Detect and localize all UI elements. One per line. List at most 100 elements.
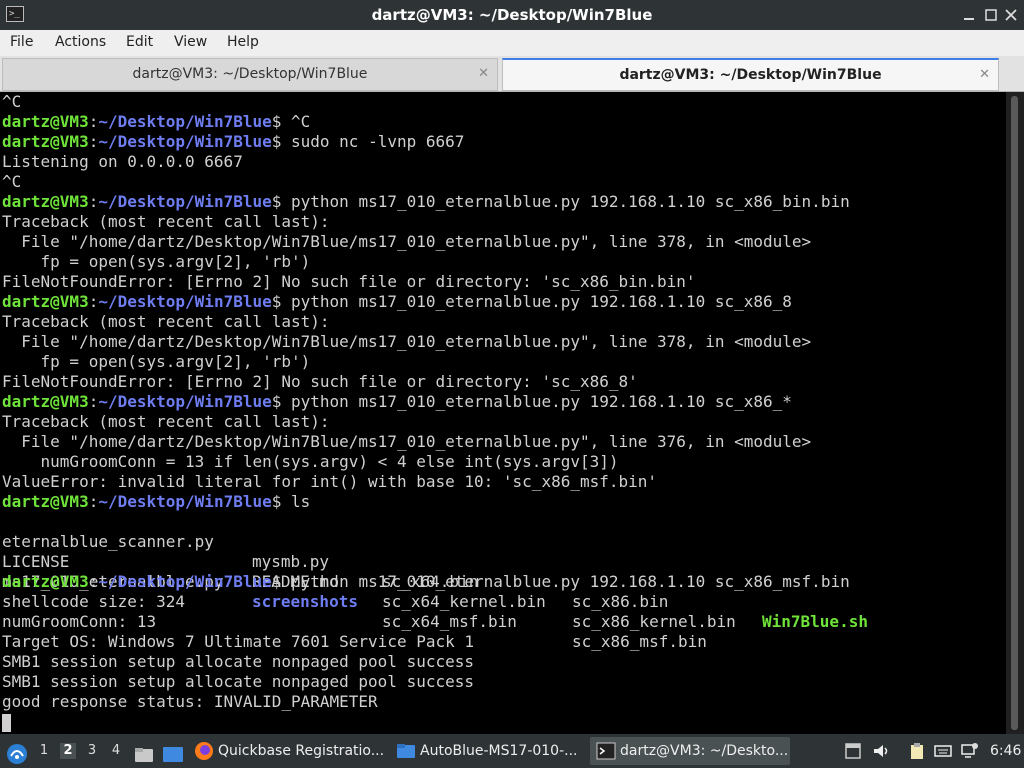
menu-help[interactable]: Help xyxy=(227,34,259,50)
window-titlebar[interactable]: >_ dartz@VM3: ~/Desktop/Win7Blue xyxy=(0,0,1024,30)
menu-actions[interactable]: Actions xyxy=(55,34,106,50)
terminal-line: fp = open(sys.argv[2], 'rb') xyxy=(2,352,311,371)
menu-edit[interactable]: Edit xyxy=(126,34,153,50)
prompt-symbol: $ xyxy=(271,192,282,211)
network-button[interactable] xyxy=(960,742,978,760)
terminal-prompt-line: dartz@VM3:~/Desktop/Win7Blue$ ^C xyxy=(2,112,310,132)
terminal-scrollbar[interactable] xyxy=(1006,92,1024,734)
clock[interactable]: 6:46 xyxy=(990,734,1021,768)
prompt-user: dartz@VM3 xyxy=(2,572,89,591)
terminal-line: fp = open(sys.argv[2], 'rb') xyxy=(2,252,311,271)
terminal-prompt-line: dartz@VM3:~/Desktop/Win7Blue$ sudo nc -l… xyxy=(2,132,464,152)
terminal-icon xyxy=(596,742,616,760)
prompt-user: dartz@VM3 xyxy=(2,132,89,151)
prompt-symbol: $ xyxy=(271,292,282,311)
command-text: ^C xyxy=(281,112,311,131)
terminal-line: File "/home/dartz/Desktop/Win7Blue/ms17_… xyxy=(2,332,812,351)
prompt-separator: : xyxy=(88,292,99,311)
scrollbar-thumb[interactable] xyxy=(1011,96,1018,730)
keyboard-button[interactable] xyxy=(934,742,952,760)
terminal-line: SMB1 session setup allocate nonpaged poo… xyxy=(2,672,475,691)
minimize-icon xyxy=(964,18,974,20)
ls-entry-directory: screenshots xyxy=(252,592,358,611)
tab-label: dartz@VM3: ~/Desktop/Win7Blue xyxy=(619,67,882,83)
terminal-line: numGroomConn = 13 if len(sys.argv) < 4 e… xyxy=(2,452,619,471)
tab-terminal-2[interactable]: dartz@VM3: ~/Desktop/Win7Blue ✕ xyxy=(502,58,999,91)
close-button[interactable] xyxy=(1002,6,1020,24)
tab-close-icon[interactable]: ✕ xyxy=(478,59,489,89)
window-title: dartz@VM3: ~/Desktop/Win7Blue xyxy=(371,6,653,24)
volume-icon xyxy=(874,745,888,757)
ls-entry: sc_x86_msf.bin xyxy=(572,632,707,651)
terminal-prompt-line: dartz@VM3:~/Desktop/Win7Blue$ python ms1… xyxy=(2,392,792,412)
command-text: python ms17_010_eternalblue.py 192.168.1… xyxy=(281,392,792,411)
tab-close-icon[interactable]: ✕ xyxy=(979,60,990,90)
folder-icon xyxy=(397,744,415,758)
ls-entry: sc_x86_kernel.bin xyxy=(572,612,736,631)
terminal-line: Traceback (most recent call last): xyxy=(2,312,330,331)
terminal-line: ValueError: invalid literal for int() wi… xyxy=(2,472,658,491)
prompt-separator: : xyxy=(88,132,99,151)
ls-row: ms17_010_eternalblue.py screenshots sc_x… xyxy=(2,552,707,651)
volume-button[interactable] xyxy=(872,742,890,760)
close-icon xyxy=(1005,9,1017,21)
terminal-line: numGroomConn: 13 xyxy=(2,612,157,631)
taskbar-task-firefox[interactable]: Quickbase Registratio... xyxy=(192,737,387,765)
prompt-separator: : xyxy=(88,572,99,591)
prompt-path: ~/Desktop/Win7Blue xyxy=(98,292,272,311)
tab-label: dartz@VM3: ~/Desktop/Win7Blue xyxy=(132,66,368,82)
maximize-button[interactable] xyxy=(982,6,1000,24)
window-icon xyxy=(845,743,861,759)
terminal-line: shellcode size: 324 xyxy=(2,592,186,611)
task-label: dartz@VM3: ~/Deskto... xyxy=(620,743,789,759)
prompt-path: ~/Desktop/Win7Blue xyxy=(98,132,272,151)
prompt-user: dartz@VM3 xyxy=(2,392,89,411)
taskbar-task-terminal[interactable]: dartz@VM3: ~/Deskto... xyxy=(590,737,790,765)
command-text: python ms17_010_eternalblue.py 192.168.1… xyxy=(281,192,850,211)
clipboard-icon xyxy=(911,743,923,759)
command-text: python ms17_010_eternalblue.py 192.168.1… xyxy=(281,292,792,311)
command-text: ls xyxy=(281,492,311,511)
taskbar-task-file-manager[interactable]: AutoBlue-MS17-010-... xyxy=(392,737,582,765)
minimize-button[interactable] xyxy=(960,6,978,24)
terminal-prompt-line: dartz@VM3:~/Desktop/Win7Blue$ python ms1… xyxy=(2,292,792,312)
ls-entry: sc_x64_kernel.bin xyxy=(382,592,546,611)
terminal-line: FileNotFoundError: [Errno 2] No such fil… xyxy=(2,372,638,391)
prompt-separator: : xyxy=(88,112,99,131)
menu-file[interactable]: File xyxy=(10,34,33,50)
workspace-3[interactable]: 3 xyxy=(84,743,100,759)
terminal-line: SMB1 session setup allocate nonpaged poo… xyxy=(2,652,475,671)
terminal-line: ^C xyxy=(2,172,22,191)
terminal-output[interactable]: ^C dartz@VM3:~/Desktop/Win7Blue$ ^C dart… xyxy=(0,92,1006,734)
prompt-symbol: $ xyxy=(271,572,282,591)
workspace-1[interactable]: 1 xyxy=(36,743,52,759)
prompt-symbol: $ xyxy=(271,112,282,131)
prompt-user: dartz@VM3 xyxy=(2,192,89,211)
ls-row: eternalblue_scanner.py mysmb.py sc_x64.b… xyxy=(2,512,868,631)
terminal-line: Traceback (most recent call last): xyxy=(2,412,330,431)
tab-terminal-1[interactable]: dartz@VM3: ~/Desktop/Win7Blue ✕ xyxy=(2,58,498,91)
file-manager-launcher[interactable] xyxy=(134,734,154,768)
terminal-line: Traceback (most recent call last): xyxy=(2,212,330,231)
command-text: python ms17_010_eternalblue.py 192.168.1… xyxy=(281,572,850,591)
menu-bar: File Actions Edit View Help xyxy=(0,30,1024,56)
workspace-2[interactable]: 2 xyxy=(60,743,76,759)
command-text: sudo nc -lvnp 6667 xyxy=(281,132,465,151)
show-desktop-button[interactable] xyxy=(162,734,184,768)
taskbar: 1 2 3 4 Quickbase Registratio... AutoBlu… xyxy=(0,734,1024,768)
clipboard-button[interactable] xyxy=(908,742,926,760)
firefox-icon xyxy=(195,742,213,760)
terminal-prompt-line: dartz@VM3:~/Desktop/Win7Blue$ python ms1… xyxy=(2,572,850,592)
prompt-path: ~/Desktop/Win7Blue xyxy=(98,112,272,131)
terminal-line: good response status: INVALID_PARAMETER xyxy=(2,692,378,711)
workspace-4[interactable]: 4 xyxy=(108,743,124,759)
prompt-symbol: $ xyxy=(271,132,282,151)
ls-entry: mysmb.py xyxy=(252,552,330,571)
menu-view[interactable]: View xyxy=(174,34,207,50)
terminal-prompt-line: dartz@VM3:~/Desktop/Win7Blue$ ls xyxy=(2,492,310,512)
app-menu-button[interactable] xyxy=(6,734,28,768)
prompt-symbol: $ xyxy=(271,392,282,411)
tray-app-button[interactable] xyxy=(844,742,862,760)
network-icon xyxy=(961,743,978,758)
prompt-separator: : xyxy=(88,392,99,411)
